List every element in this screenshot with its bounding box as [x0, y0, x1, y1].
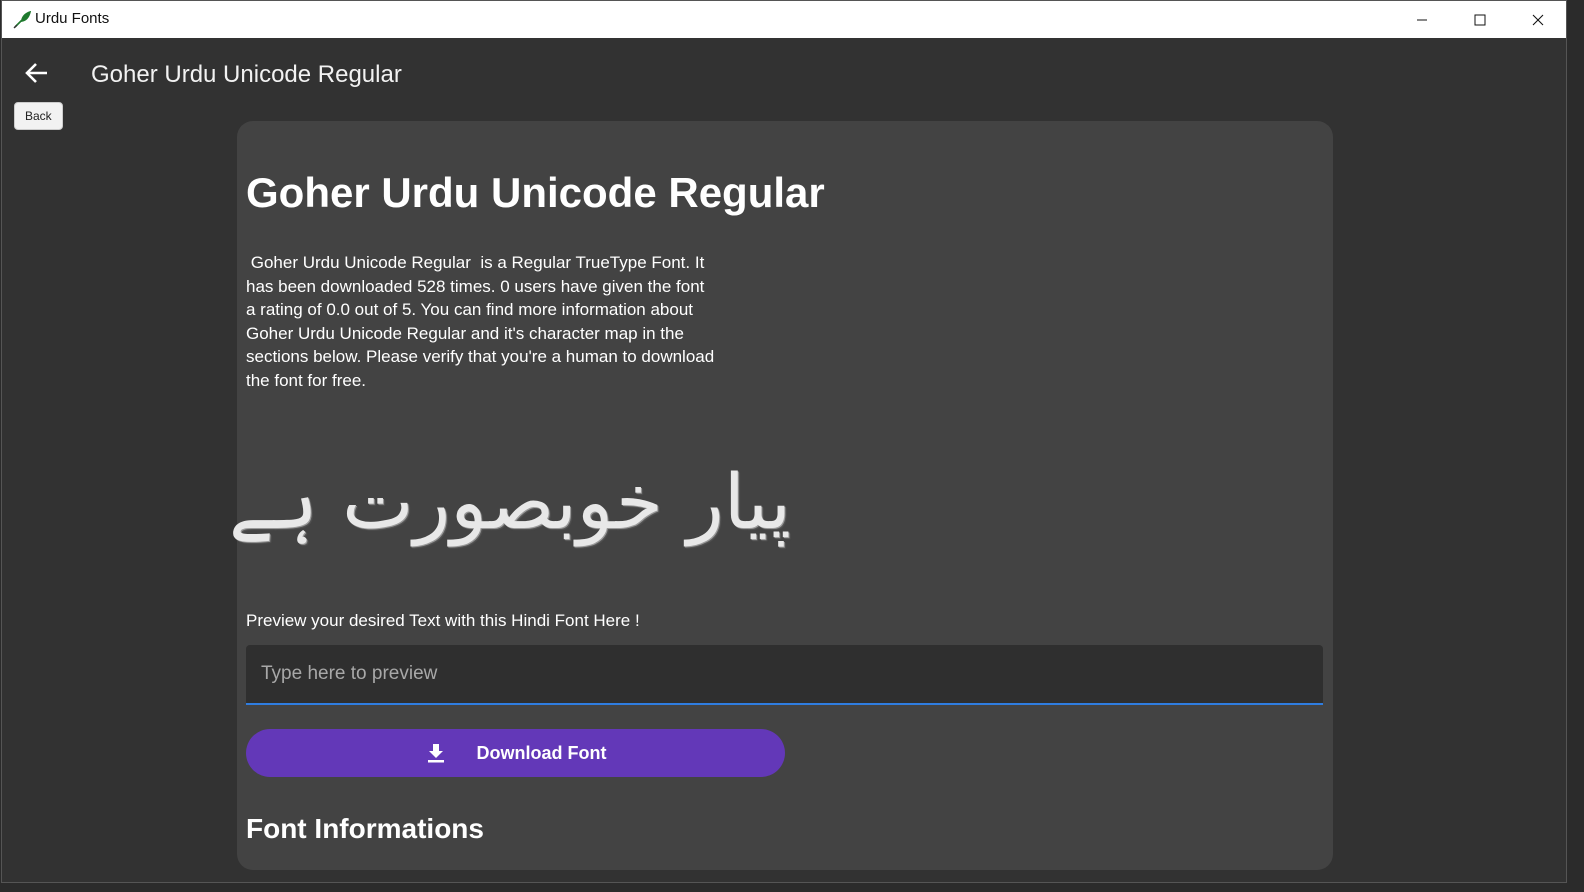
- font-informations-heading: Font Informations: [246, 813, 484, 844]
- preview-input[interactable]: [246, 645, 1323, 705]
- maximize-icon: [1474, 14, 1486, 25]
- maximize-button[interactable]: [1451, 1, 1509, 38]
- screen: Urdu Fonts Back Goher Urdu Unicode Regul…: [0, 0, 1584, 892]
- feather-icon: [13, 11, 31, 29]
- page-title: Goher Urdu Unicode Regular: [91, 61, 402, 88]
- download-font-label: Download Font: [476, 742, 607, 763]
- window-title: Urdu Fonts: [35, 10, 110, 27]
- arrow-left-icon: [25, 63, 47, 83]
- title-bar: Urdu Fonts: [2, 1, 1566, 38]
- minimize-icon: [1417, 19, 1427, 20]
- font-name-heading: Goher Urdu Unicode Regular: [246, 169, 825, 216]
- close-button[interactable]: [1509, 1, 1567, 38]
- preview-label: Preview your desired Text with this Hind…: [246, 611, 640, 630]
- back-button[interactable]: [22, 59, 52, 89]
- font-description: Goher Urdu Unicode Regular is a Regular …: [246, 253, 719, 390]
- font-sample-preview: پیار خوبصورت ہے: [228, 457, 791, 546]
- download-font-button[interactable]: Download Font: [246, 729, 785, 777]
- app-window: Urdu Fonts Back Goher Urdu Unicode Regul…: [1, 0, 1567, 883]
- font-card: Goher Urdu Unicode Regular Goher Urdu Un…: [228, 121, 1333, 870]
- minimize-button[interactable]: [1393, 1, 1451, 38]
- close-icon: [1532, 14, 1544, 25]
- download-icon: [427, 744, 444, 763]
- back-tooltip: Back: [14, 102, 63, 130]
